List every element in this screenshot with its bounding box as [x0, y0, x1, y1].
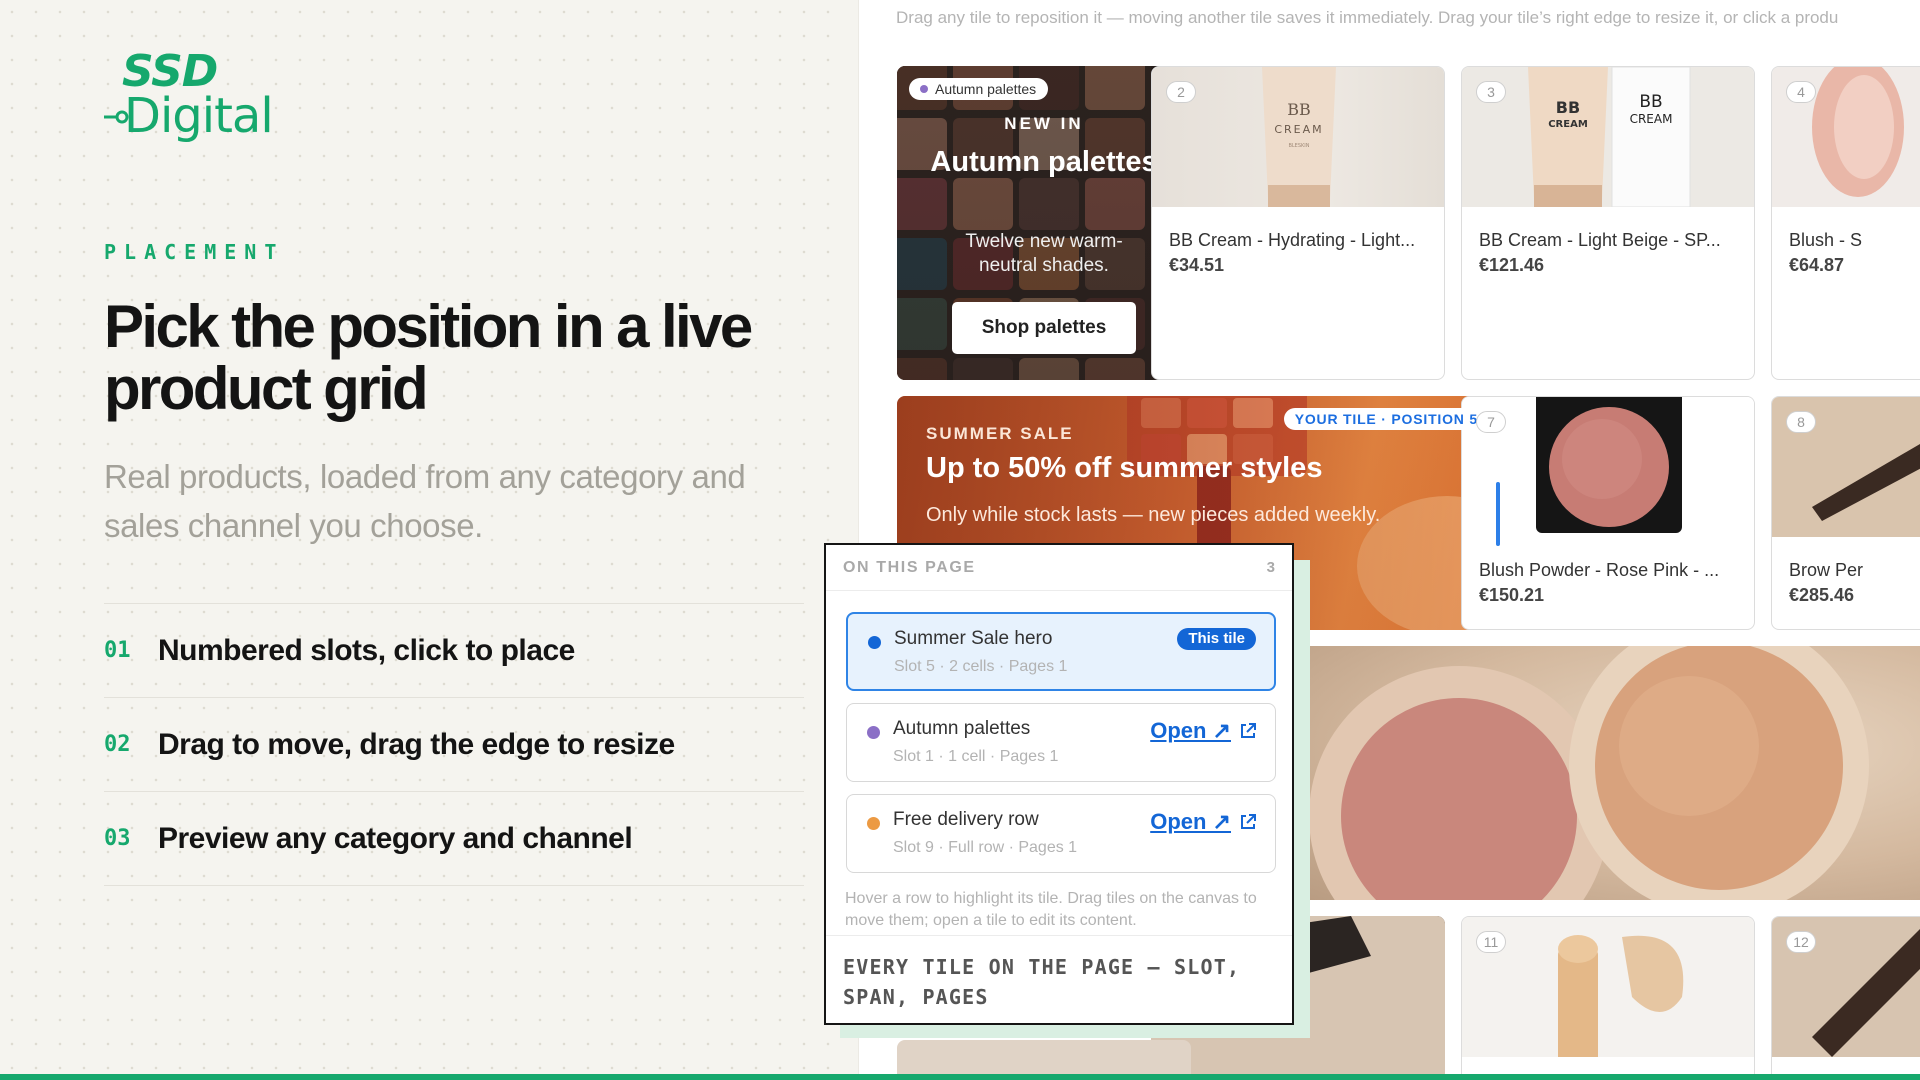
product-name: Blush Powder - Rose Pink - ...: [1479, 560, 1720, 580]
tube-label: BB: [1287, 100, 1311, 119]
tile-title: Up to 50% off summer styles: [926, 452, 1323, 484]
tile-title: Autumn palettes: [930, 146, 1158, 178]
tile-kicker: NEW IN: [1004, 114, 1084, 133]
product-tile[interactable]: BB CREAM BB CREAM 3 BB Cream - Light Bei…: [1461, 66, 1755, 380]
page-subhead: Real products, loaded from any category …: [104, 458, 746, 544]
on-this-page-panel: ON THIS PAGE 3 Summer Sale hero Slot 5 ·…: [824, 543, 1294, 1025]
product-name: BB Cream - Hydrating - Light...: [1169, 230, 1416, 250]
ssd-digital-logo: SSD Digital: [104, 46, 274, 146]
product-name: Blush - S: [1789, 230, 1863, 250]
canvas-hint: Drag any tile to reposition it — moving …: [896, 8, 1839, 27]
product-name: BB Cream - Light Beige - SP...: [1479, 230, 1721, 250]
panel-title: ON THIS PAGE: [843, 558, 976, 576]
panel-count: 3: [1266, 559, 1275, 576]
tile-row-name: Autumn palettes: [893, 718, 1031, 739]
product-tile[interactable]: 11: [1461, 916, 1755, 1074]
panel-caption: EVERY TILE ON THE PAGE — SLOT, SPAN, PAG…: [826, 935, 1292, 1012]
free-delivery-row-image[interactable]: [1309, 646, 1920, 900]
page-headline: Pick the position in a live product grid: [104, 293, 753, 422]
feature-text: Preview any category and channel: [158, 821, 633, 855]
external-link-icon: [1241, 814, 1256, 829]
tile-color-dot: [868, 636, 881, 649]
open-tile-link[interactable]: Open ↗: [1150, 809, 1257, 835]
feature-number: 01: [104, 638, 131, 663]
product-price: €34.51: [1169, 255, 1225, 275]
tile-name-badge: Autumn palettes: [909, 78, 1049, 100]
tube-label: BB: [1556, 98, 1580, 117]
tile-kicker: SUMMER SALE: [926, 424, 1074, 443]
product-tile[interactable]: 4 Blush - S €64.87: [1771, 66, 1920, 380]
resize-handle[interactable]: [1496, 482, 1500, 546]
product-image: [1462, 917, 1754, 1057]
panel-help-text: Hover a row to highlight its tile. Drag …: [845, 890, 1257, 929]
tube-label: CREAM: [1274, 123, 1323, 136]
slot-number: 8: [1786, 411, 1816, 433]
product-price: €121.46: [1479, 255, 1545, 275]
tile-row-autumn-palettes[interactable]: Autumn palettes Slot 1 · 1 cell · Pages …: [846, 703, 1276, 782]
product-tile[interactable]: BB CREAM BLESKIN 2 BB Cream - Hydrating …: [1151, 66, 1445, 380]
feature-list: 01 Numbered slots, click to place 02 Dra…: [104, 603, 804, 886]
product-image: BB CREAM BB CREAM: [1462, 67, 1754, 207]
open-tile-link[interactable]: Open ↗: [1150, 718, 1257, 744]
tile-row-free-delivery-row[interactable]: Free delivery row Slot 9 · Full row · Pa…: [846, 794, 1276, 873]
tile-color-dot: [867, 817, 880, 830]
product-image: [1462, 397, 1754, 537]
tile-color-dot: [867, 726, 880, 739]
tile-body: Only while stock lasts — new pieces adde…: [926, 504, 1381, 526]
brand-bottom-bar: [0, 1074, 1920, 1080]
section-eyebrow: PLACEMENT: [104, 240, 285, 264]
slot-number: 12: [1786, 931, 1816, 953]
tile-row-summer-sale-hero[interactable]: Summer Sale hero Slot 5 · 2 cells · Page…: [846, 612, 1276, 691]
open-link-label: Open ↗: [1150, 809, 1231, 834]
panel-header: ON THIS PAGE 3: [826, 545, 1292, 591]
tile-row-name: Summer Sale hero: [894, 628, 1053, 649]
feature-text: Drag to move, drag the edge to resize: [158, 727, 675, 761]
feature-number: 03: [104, 826, 131, 851]
slot-number: 7: [1476, 411, 1506, 433]
tile-body: Twelve new warm-neutral shades.: [965, 231, 1123, 276]
tube-label: BLESKIN: [1288, 143, 1309, 149]
shop-palettes-button[interactable]: Shop palettes: [952, 302, 1136, 354]
product-price: €285.46: [1789, 585, 1855, 605]
product-image: BB CREAM BLESKIN: [1152, 67, 1444, 207]
product-tile[interactable]: 12: [1771, 916, 1920, 1074]
tube-label: CREAM: [1630, 112, 1673, 126]
feature-item: 02 Drag to move, drag the edge to resize: [104, 698, 804, 792]
feature-item: 03 Preview any category and channel: [104, 792, 804, 886]
product-name: Brow Per: [1789, 560, 1864, 580]
logo-wordmark-bottom: Digital: [124, 88, 274, 144]
position-badge: YOUR TILE · POSITION 5: [1283, 408, 1489, 430]
feature-number: 02: [104, 732, 131, 757]
tile-row-meta: Slot 9 · Full row · Pages 1: [893, 839, 1078, 856]
feature-text: Numbered slots, click to place: [158, 633, 575, 667]
slot-number: 11: [1476, 931, 1506, 953]
tile-row-meta: Slot 1 · 1 cell · Pages 1: [893, 748, 1059, 765]
slot-number: 2: [1166, 81, 1196, 103]
tube-label: CREAM: [1548, 119, 1588, 130]
tile-row-meta: Slot 5 · 2 cells · Pages 1: [894, 658, 1068, 675]
product-tile[interactable]: 8 Brow Per €285.46: [1771, 396, 1920, 630]
slot-number: 3: [1476, 81, 1506, 103]
product-price: €64.87: [1789, 255, 1845, 275]
tube-label: BB: [1639, 92, 1662, 112]
open-link-label: Open ↗: [1150, 718, 1231, 743]
product-tile[interactable]: 7 Blush Powder - Rose Pink - ... €150.21: [1461, 396, 1755, 630]
slot-number: 4: [1786, 81, 1816, 103]
product-price: €150.21: [1479, 585, 1545, 605]
feature-item: 01 Numbered slots, click to place: [104, 604, 804, 698]
marketing-panel: SSD Digital PLACEMENT Pick the position …: [0, 0, 844, 1080]
this-tile-badge: This tile: [1177, 628, 1256, 650]
tile-row-name: Free delivery row: [893, 809, 1039, 830]
product-tile[interactable]: [897, 1040, 1191, 1074]
autumn-palettes-tile[interactable]: Autumn palettes NEW IN Autumn palettes T…: [897, 66, 1191, 380]
external-link-icon: [1241, 723, 1256, 738]
